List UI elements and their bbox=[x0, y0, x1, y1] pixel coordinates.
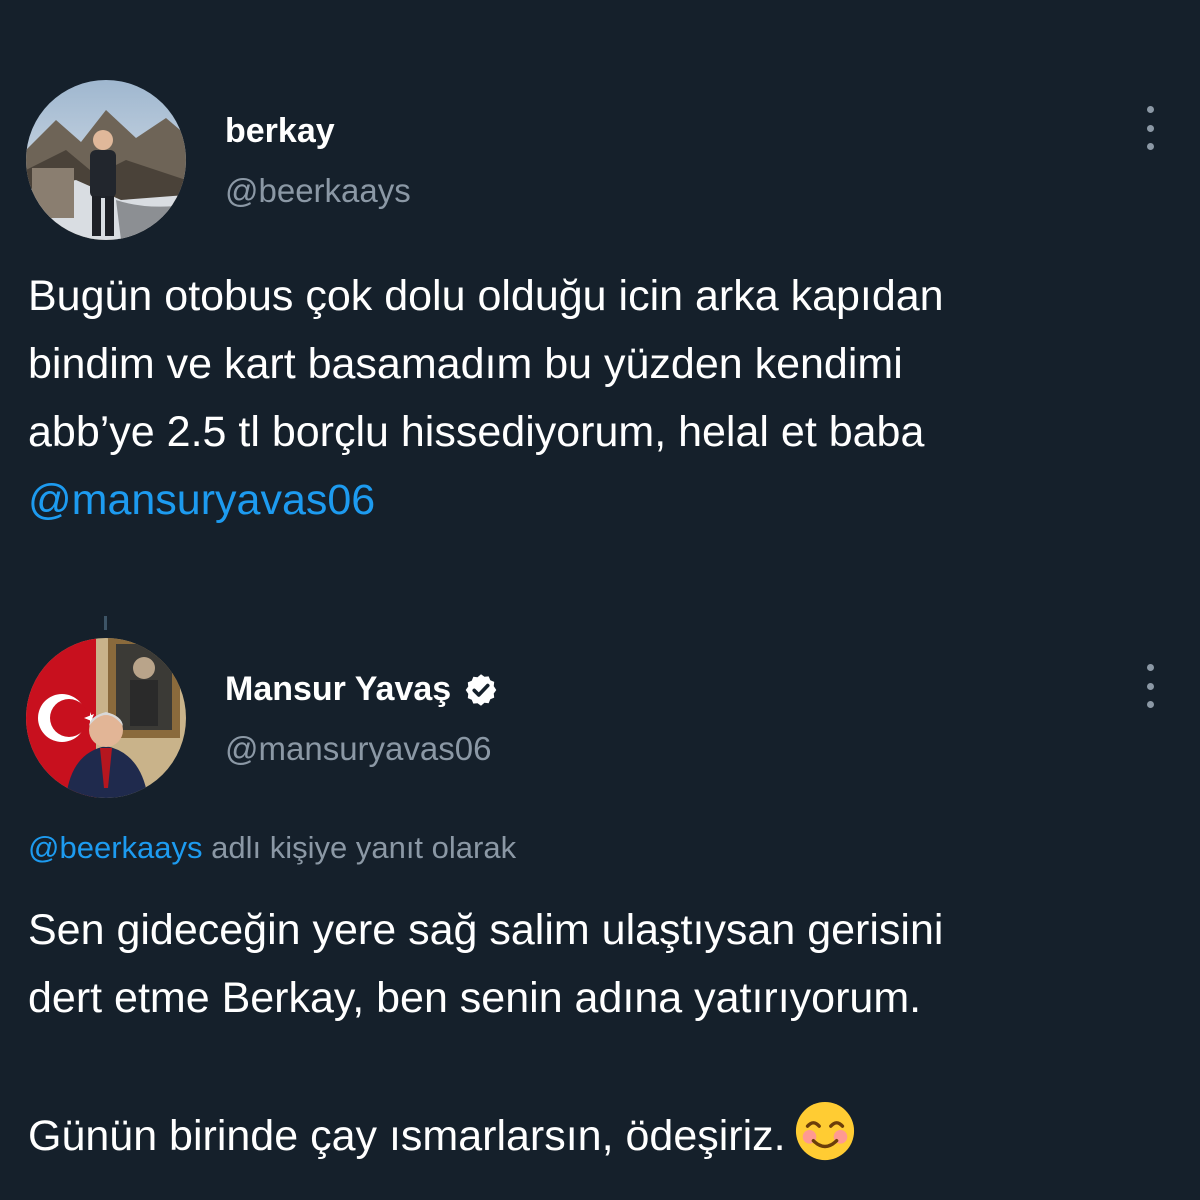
reply-tweet-text: Sen gideceğin yere sağ salim ulaştıysan … bbox=[28, 896, 1188, 1170]
mention-link[interactable]: @mansuryavas06 bbox=[28, 476, 375, 524]
reply-display-name[interactable]: Mansur Yavaş bbox=[225, 670, 499, 709]
smiling-face-emoji-icon bbox=[795, 1101, 854, 1161]
tweet-text-line: dert etme Berkay, ben senin adına yatırı… bbox=[28, 974, 922, 1022]
tweet-text: Bugün otobus çok dolu olduğu icin arka k… bbox=[28, 262, 1188, 534]
avatar-photo-icon bbox=[26, 638, 186, 798]
thread-connector-line bbox=[104, 616, 107, 630]
tweet-text-line: Sen gideceğin yere sağ salim ulaştıysan … bbox=[28, 906, 944, 954]
tweet-text-line: Bugün otobus çok dolu olduğu icin arka k… bbox=[28, 272, 944, 320]
replying-to-line: @beerkaays adlı kişiye yanıt olarak bbox=[28, 830, 516, 866]
reply-user-avatar[interactable] bbox=[26, 638, 186, 798]
tweet-text-line: abb’ye 2.5 tl borçlu hissediyorum, helal… bbox=[28, 408, 925, 456]
display-name[interactable]: berkay bbox=[225, 112, 335, 151]
reply-display-name-text[interactable]: Mansur Yavaş bbox=[225, 670, 451, 709]
user-avatar[interactable] bbox=[26, 80, 186, 240]
replying-to-mention[interactable]: @beerkaays bbox=[28, 830, 203, 865]
user-handle[interactable]: @beerkaays bbox=[225, 172, 411, 210]
tweet-text-line-with-emoji: Günün birinde çay ısmarlarsın, ödeşiriz. bbox=[28, 1100, 1188, 1170]
more-options-icon[interactable] bbox=[1143, 106, 1157, 150]
verified-badge-icon bbox=[465, 673, 497, 706]
tweet-text-line: bindim ve kart basamadım bu yüzden kendi… bbox=[28, 340, 903, 388]
tweet-text-line: Günün birinde çay ısmarlarsın, ödeşiriz. bbox=[28, 1112, 786, 1160]
replying-to-suffix: adlı kişiye yanıt olarak bbox=[202, 830, 517, 865]
reply-user-handle[interactable]: @mansuryavas06 bbox=[225, 730, 491, 768]
more-options-icon[interactable] bbox=[1143, 664, 1157, 708]
display-name-text[interactable]: berkay bbox=[225, 112, 335, 151]
avatar-photo-icon bbox=[26, 80, 186, 240]
